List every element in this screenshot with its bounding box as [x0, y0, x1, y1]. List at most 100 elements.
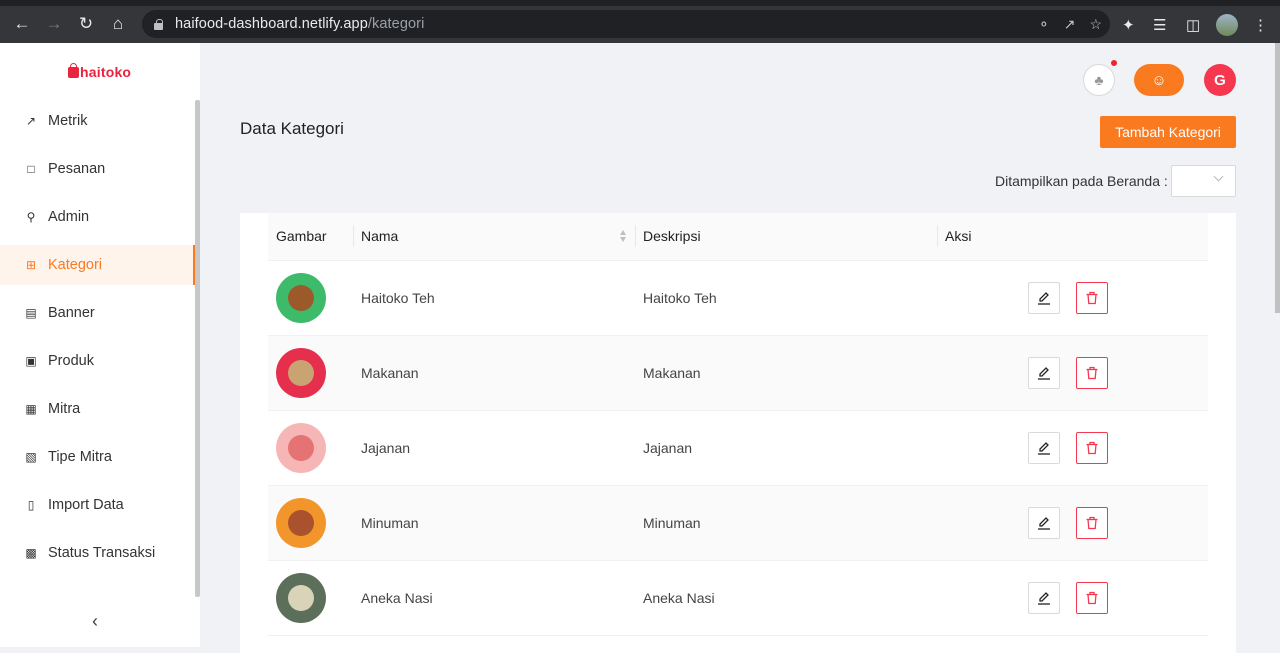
chart-board-icon: ▩ — [25, 546, 37, 560]
category-image — [276, 422, 326, 473]
homepage-filter-select[interactable] — [1171, 165, 1236, 197]
cell-nama: Jajanan — [353, 410, 635, 486]
pencil-icon — [1037, 591, 1051, 605]
sidebar-item-banner[interactable]: ▤ Banner — [0, 293, 196, 333]
delete-button[interactable] — [1076, 281, 1108, 314]
cell-deskripsi: Jajanan — [635, 410, 937, 486]
category-image — [276, 347, 326, 398]
sidebar-item-import-data[interactable]: ▯ Import Data — [0, 485, 196, 525]
edit-button[interactable] — [1028, 431, 1060, 464]
google-logout-icon[interactable]: G — [1204, 64, 1236, 96]
category-image — [276, 497, 326, 548]
edit-button[interactable] — [1028, 356, 1060, 389]
inbox-icon: ▤ — [25, 306, 37, 320]
trend-up-icon: ↗ — [25, 114, 37, 128]
delete-button[interactable] — [1076, 506, 1108, 539]
pencil-icon — [1037, 291, 1051, 305]
table-header-row: Gambar Nama Deskripsi Aksi — [268, 213, 1208, 261]
sidepanel-icon[interactable]: ◫ — [1186, 6, 1200, 43]
home-icon[interactable]: ⌂ — [107, 13, 129, 35]
pencil-icon — [1037, 516, 1051, 530]
sidebar-item-admin[interactable]: ⚲ Admin — [0, 197, 196, 237]
user-icon: ⚲ — [26, 210, 36, 224]
kebab-menu-icon[interactable]: ⋮ — [1253, 6, 1268, 43]
profile-avatar[interactable] — [1216, 6, 1238, 43]
delete-button[interactable] — [1076, 431, 1108, 464]
main-content: ♣ ☺ G Data Kategori Tambah Kategori Dita… — [200, 43, 1280, 653]
trash-icon — [1085, 591, 1099, 605]
back-icon[interactable]: ← — [11, 13, 33, 35]
file-icon: ▯ — [27, 498, 35, 512]
chevron-down-icon — [1213, 171, 1224, 182]
delete-button[interactable] — [1076, 356, 1108, 389]
key-icon[interactable]: ⚬ — [1038, 16, 1050, 33]
table-row: Jajanan Jajanan — [268, 410, 1208, 486]
edit-button[interactable] — [1028, 281, 1060, 314]
trash-icon — [1085, 441, 1099, 455]
chevron-left-icon[interactable]: ‹ — [92, 611, 98, 632]
sidebar-menu: ↗ Metrik □ Pesanan ⚲ Admin ⊞ Kategori ▤ Banne… — [0, 101, 196, 581]
category-image — [276, 572, 326, 623]
share-icon[interactable]: ↗ — [1064, 16, 1076, 33]
sidebar-item-produk[interactable]: ▣ Produk — [0, 341, 196, 381]
cell-gambar — [268, 335, 353, 411]
column-header-nama[interactable]: Nama — [353, 213, 635, 261]
sidebar-item-tipe-mitra[interactable]: ▧ Tipe Mitra — [0, 437, 196, 477]
sidebar-item-kategori[interactable]: ⊞ Kategori — [0, 245, 196, 285]
sidebar-item-pesanan[interactable]: □ Pesanan — [0, 149, 196, 189]
extensions-icon[interactable]: ✦ — [1122, 6, 1135, 43]
table-row: Aneka Nasi Aneka Nasi — [268, 560, 1208, 636]
url-text[interactable]: haifood-dashboard.netlify.app/kategori — [175, 16, 424, 32]
bell-icon[interactable]: ♣ — [1083, 64, 1115, 96]
cell-gambar — [268, 485, 353, 561]
cell-deskripsi: Makanan — [635, 335, 937, 411]
trash-icon — [1085, 366, 1099, 380]
box-icon: ▣ — [25, 354, 37, 368]
sidebar: haitoko ↗ Metrik □ Pesanan ⚲ Admin ⊞ Kategor… — [0, 43, 200, 647]
cell-nama: Minuman — [353, 485, 635, 561]
edit-button[interactable] — [1028, 581, 1060, 614]
shopping-bag-icon: □ — [27, 162, 35, 176]
lock-icon — [154, 18, 163, 30]
cell-gambar — [268, 260, 353, 336]
cell-deskripsi: Minuman — [635, 485, 937, 561]
sidebar-item-status-transaksi[interactable]: ▩ Status Transaksi — [0, 533, 196, 573]
delete-button[interactable] — [1076, 581, 1108, 614]
cell-nama: Aneka Nasi — [353, 560, 635, 636]
reload-icon[interactable]: ↻ — [75, 13, 97, 35]
table-row: Haitoko Teh Haitoko Teh — [268, 260, 1208, 336]
sort-icon[interactable] — [620, 230, 627, 243]
page-scrollbar[interactable] — [1275, 43, 1280, 313]
bag-logo-icon — [68, 62, 79, 78]
brand-logo[interactable]: haitoko — [68, 62, 131, 80]
sidebar-item-metrik[interactable]: ↗ Metrik — [0, 101, 196, 141]
cell-aksi — [937, 485, 1208, 561]
page-title: Data Kategori — [240, 119, 344, 138]
homepage-filter-label: Ditampilkan pada Beranda : — [995, 173, 1168, 189]
pencil-icon — [1037, 366, 1051, 380]
cell-gambar — [268, 410, 353, 486]
user-icon: ☺ — [1151, 71, 1167, 89]
pencil-icon — [1037, 441, 1051, 455]
column-header-aksi: Aksi — [937, 213, 1208, 261]
media-icon[interactable]: ☰ — [1153, 6, 1166, 43]
cell-nama: Makanan — [353, 335, 635, 411]
trash-icon — [1085, 291, 1099, 305]
forward-icon[interactable]: → — [43, 13, 65, 35]
address-bar[interactable]: haifood-dashboard.netlify.app/kategori ⚬… — [142, 10, 1110, 38]
table-row: Minuman Minuman — [268, 485, 1208, 561]
trash-icon — [1085, 516, 1099, 530]
star-icon[interactable]: ☆ — [1089, 16, 1102, 33]
category-table: Gambar Nama Deskripsi Aksi Haitoko Teh Ha… — [268, 213, 1208, 636]
add-category-button[interactable]: Tambah Kategori — [1100, 116, 1236, 148]
cell-aksi — [937, 260, 1208, 336]
browser-toolbar: ← → ↻ ⌂ haifood-dashboard.netlify.app/ka… — [0, 6, 1280, 43]
sidebar-item-mitra[interactable]: ▦ Mitra — [0, 389, 196, 429]
edit-button[interactable] — [1028, 506, 1060, 539]
cell-aksi — [937, 560, 1208, 636]
user-button[interactable]: ☺ — [1134, 64, 1184, 96]
cell-aksi — [937, 410, 1208, 486]
grid-icon: ⊞ — [25, 258, 37, 272]
column-header-deskripsi: Deskripsi — [635, 213, 937, 261]
cell-deskripsi: Aneka Nasi — [635, 560, 937, 636]
